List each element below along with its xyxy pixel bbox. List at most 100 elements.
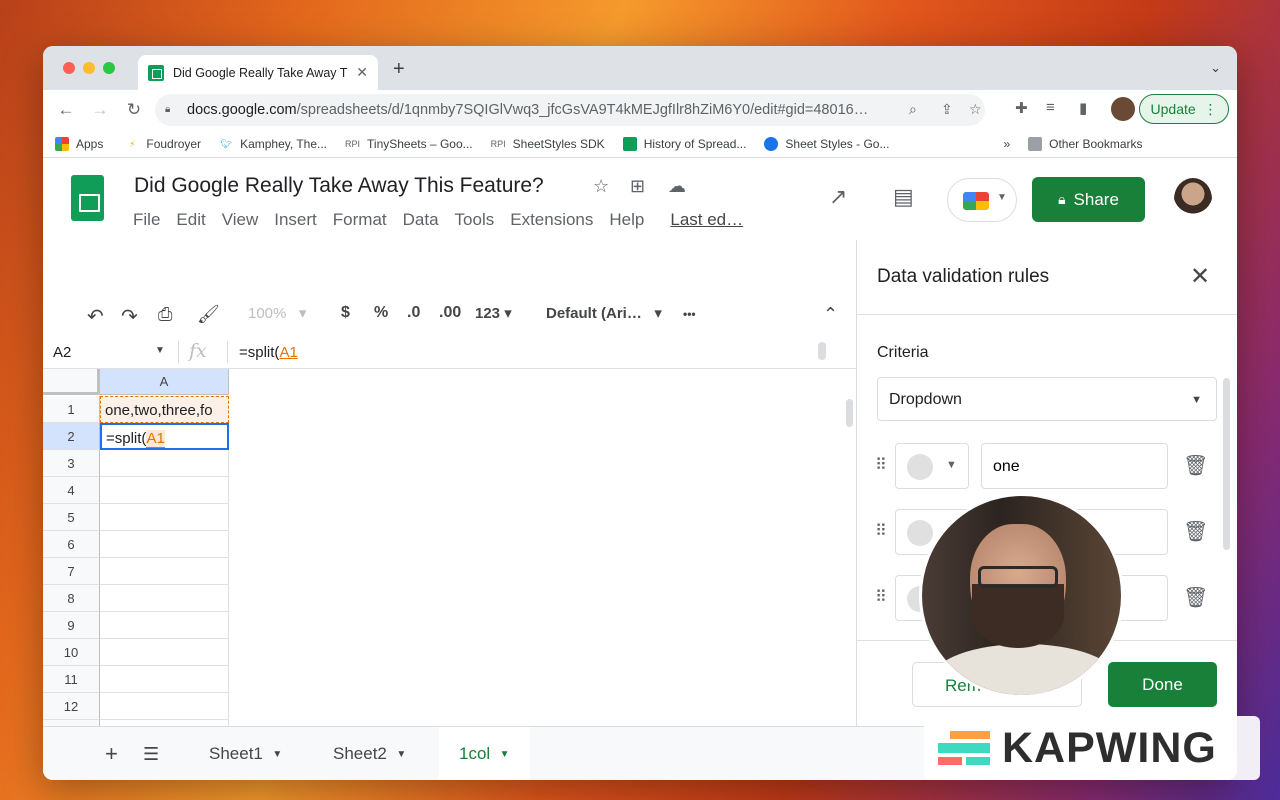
formula-scroll[interactable] bbox=[818, 342, 826, 360]
sheet-tab-sheet1[interactable]: Sheet1 ▼ bbox=[209, 727, 282, 780]
extensions-puzzle-icon[interactable]: ✚ bbox=[1015, 99, 1028, 117]
collapse-toolbar-icon[interactable]: ⌃ bbox=[823, 304, 838, 325]
menu-edit[interactable]: Edit bbox=[176, 210, 205, 230]
maximize-window-button[interactable] bbox=[103, 62, 115, 74]
star-icon[interactable]: ☆ bbox=[593, 176, 609, 197]
profile-avatar[interactable] bbox=[1111, 97, 1135, 121]
font-select[interactable]: Default (Ari… ▾ bbox=[546, 304, 662, 322]
account-avatar[interactable] bbox=[1174, 178, 1212, 220]
reload-icon[interactable]: ↻ bbox=[117, 100, 151, 120]
close-icon[interactable]: ✕ bbox=[1190, 262, 1210, 291]
more-options-button[interactable]: ••• bbox=[683, 307, 696, 321]
browser-tab[interactable]: Did Google Really Take Away T ✕ bbox=[138, 55, 378, 90]
increase-decimal-button[interactable]: .00 bbox=[439, 304, 461, 322]
row-header[interactable]: 9 bbox=[43, 612, 100, 639]
reading-list-icon[interactable]: ≡ bbox=[1046, 99, 1055, 116]
number-format-button[interactable]: 123 ▾ bbox=[475, 304, 512, 322]
row-header[interactable]: 6 bbox=[43, 531, 100, 558]
tab-search-chevron-icon[interactable]: ⌄ bbox=[1210, 60, 1221, 76]
menu-file[interactable]: File bbox=[133, 210, 160, 230]
select-all-corner[interactable] bbox=[43, 369, 100, 395]
trash-icon[interactable]: 🗑︎ bbox=[1183, 519, 1208, 544]
meet-button[interactable]: ▼ bbox=[947, 178, 1017, 222]
update-button[interactable]: Update ⋮ bbox=[1139, 94, 1229, 124]
bookmark-foudroyer[interactable]: ⚡ Foudroyer bbox=[125, 137, 201, 151]
row-header[interactable]: 7 bbox=[43, 558, 100, 585]
print-icon[interactable]: ⎙ bbox=[158, 304, 172, 325]
back-arrow-icon[interactable]: ← bbox=[49, 100, 83, 120]
row-header[interactable]: 1 bbox=[43, 396, 100, 423]
grid-cell[interactable] bbox=[100, 666, 229, 693]
done-button[interactable]: Done bbox=[1108, 662, 1217, 707]
menu-tools[interactable]: Tools bbox=[455, 210, 495, 230]
side-panel-icon[interactable]: ▮ bbox=[1079, 99, 1087, 117]
bookmark-tinysheets[interactable]: RPI TinySheets – Goo... bbox=[345, 137, 473, 151]
formula-input[interactable]: =split(A1 bbox=[239, 344, 298, 361]
bookmark-sheetstyles-sdk[interactable]: RPI SheetStyles SDK bbox=[491, 137, 605, 151]
row-header[interactable]: 5 bbox=[43, 504, 100, 531]
paint-format-icon[interactable]: 🖌︎ bbox=[197, 304, 220, 325]
menu-data[interactable]: Data bbox=[403, 210, 439, 230]
address-bar[interactable]: 🔒︎ docs.google.com /spreadsheets/d/1qnmb… bbox=[155, 94, 985, 126]
bookmark-kamphey[interactable]: 🐦︎ Kamphey, The... bbox=[219, 137, 327, 151]
trash-icon[interactable]: 🗑︎ bbox=[1183, 585, 1208, 610]
grid-cell[interactable] bbox=[100, 477, 229, 504]
cell-a1[interactable]: one,two,three,fo bbox=[100, 396, 229, 423]
drag-handle-icon[interactable]: ⠿ bbox=[875, 455, 887, 475]
other-bookmarks[interactable]: Other Bookmarks bbox=[1028, 136, 1143, 151]
document-title[interactable]: Did Google Really Take Away This Feature… bbox=[134, 174, 544, 198]
criteria-dropdown[interactable]: Dropdown ▼ bbox=[877, 377, 1217, 421]
share-page-icon[interactable]: ⇪ bbox=[941, 101, 953, 118]
menu-insert[interactable]: Insert bbox=[274, 210, 317, 230]
vertical-scrollbar[interactable] bbox=[846, 399, 853, 427]
undo-icon[interactable]: ↶ bbox=[87, 304, 104, 329]
row-header[interactable]: 3 bbox=[43, 450, 100, 477]
currency-button[interactable]: $ bbox=[341, 304, 350, 322]
bookmark-history[interactable]: History of Spread... bbox=[622, 136, 746, 151]
all-sheets-menu-icon[interactable]: ☰ bbox=[143, 727, 159, 780]
row-header[interactable]: 8 bbox=[43, 585, 100, 612]
row-header[interactable]: 12 bbox=[43, 693, 100, 720]
decrease-decimal-button[interactable]: .0 bbox=[407, 304, 420, 322]
comments-icon[interactable]: ▤ bbox=[893, 184, 914, 210]
menu-extensions[interactable]: Extensions bbox=[510, 210, 593, 230]
name-box[interactable]: A2 bbox=[53, 344, 71, 361]
grid-cell[interactable] bbox=[100, 639, 229, 666]
tab-close-icon[interactable]: ✕ bbox=[356, 64, 368, 81]
row-header[interactable]: 11 bbox=[43, 666, 100, 693]
new-tab-button[interactable]: + bbox=[393, 58, 405, 81]
cloud-status-icon[interactable]: ☁ bbox=[668, 176, 686, 197]
menu-view[interactable]: View bbox=[222, 210, 259, 230]
item-value-input[interactable]: one bbox=[981, 443, 1168, 489]
grid-cell[interactable] bbox=[100, 450, 229, 477]
bookmark-sheet-styles[interactable]: Sheet Styles - Go... bbox=[764, 136, 889, 151]
grid-cell[interactable] bbox=[100, 585, 229, 612]
bookmarks-overflow-button[interactable]: » bbox=[1003, 137, 1010, 151]
name-box-dropdown-icon[interactable]: ▼ bbox=[155, 345, 165, 356]
grid-cell[interactable] bbox=[100, 504, 229, 531]
minimize-window-button[interactable] bbox=[83, 62, 95, 74]
row-header[interactable]: 10 bbox=[43, 639, 100, 666]
move-folder-icon[interactable]: ⊞ bbox=[630, 176, 645, 197]
grid-cell[interactable] bbox=[100, 558, 229, 585]
share-button[interactable]: 🔒︎ Share bbox=[1032, 177, 1145, 222]
drag-handle-icon[interactable]: ⠿ bbox=[875, 521, 887, 541]
bookmark-star-icon[interactable]: ☆ bbox=[969, 101, 982, 118]
grid-cell[interactable] bbox=[100, 531, 229, 558]
bookmark-apps[interactable]: Apps bbox=[55, 136, 103, 151]
grid-cell[interactable] bbox=[100, 612, 229, 639]
trash-icon[interactable]: 🗑︎ bbox=[1183, 453, 1208, 478]
sheet-tab-1col[interactable]: 1col ▼ bbox=[439, 727, 530, 780]
row-header[interactable]: 4 bbox=[43, 477, 100, 504]
column-header-a[interactable]: A bbox=[100, 369, 229, 395]
color-picker[interactable]: ▼ bbox=[895, 443, 969, 489]
menu-format[interactable]: Format bbox=[333, 210, 387, 230]
zoom-icon[interactable]: ⌕ bbox=[909, 101, 917, 118]
grid-cell[interactable] bbox=[100, 693, 229, 720]
zoom-select[interactable]: 100% ▾ bbox=[248, 304, 306, 322]
cell-a2[interactable]: =split(A1 bbox=[100, 423, 229, 450]
add-sheet-button[interactable]: + bbox=[105, 727, 118, 780]
forward-arrow-icon[interactable]: → bbox=[83, 100, 117, 120]
menu-help[interactable]: Help bbox=[609, 210, 644, 230]
panel-scrollbar[interactable] bbox=[1223, 378, 1230, 550]
